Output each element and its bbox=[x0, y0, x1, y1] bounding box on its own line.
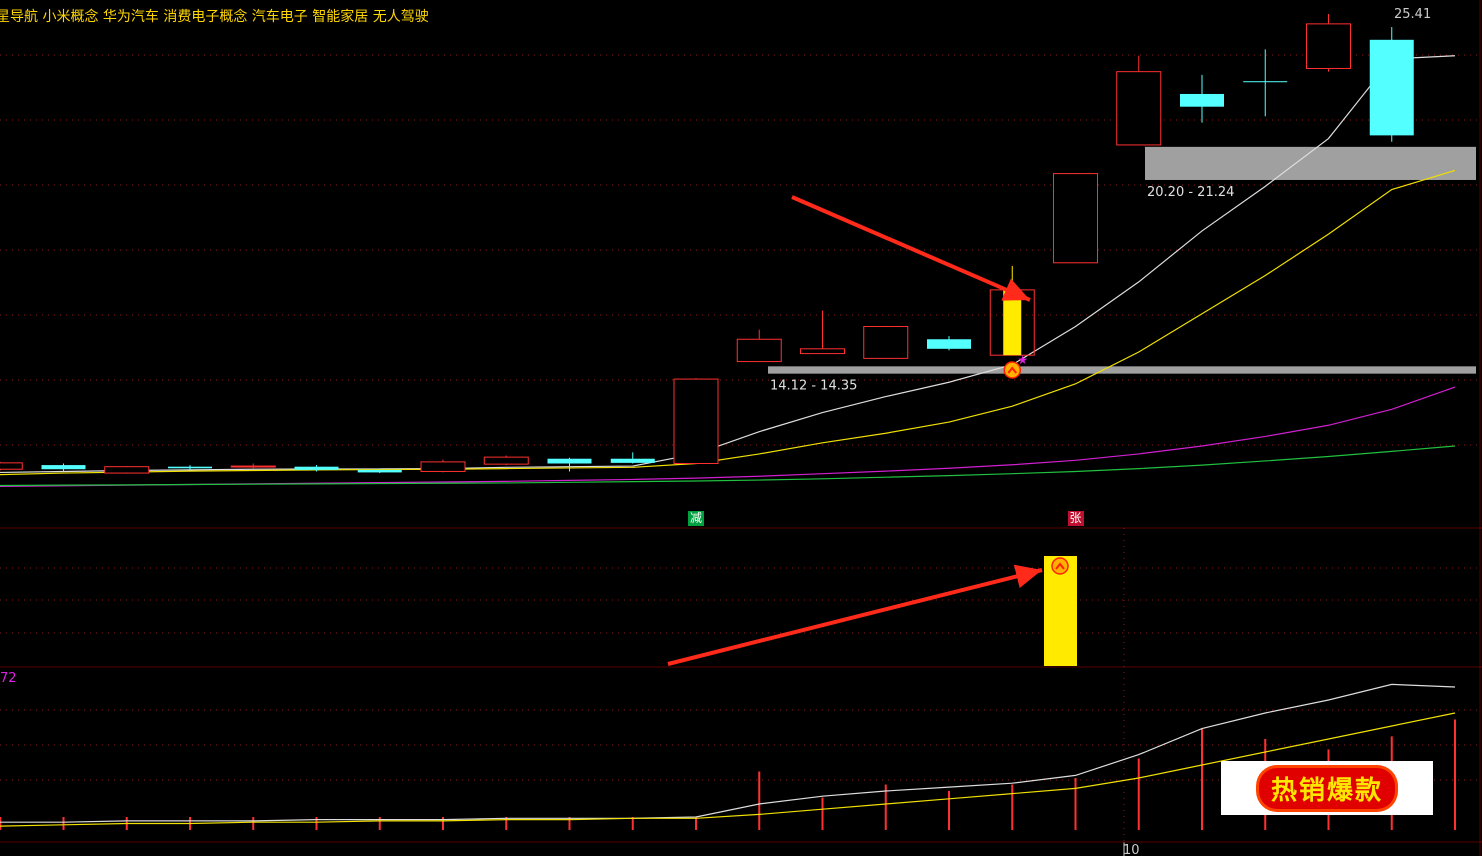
candle-body bbox=[420, 461, 466, 472]
candle-body bbox=[1053, 173, 1098, 264]
stock-chart: 14.12 - 14.35 20.20 - 21.24 ★ 25.41 72 10 bbox=[0, 0, 1482, 856]
signal-bar-icon bbox=[1051, 557, 1069, 575]
hot-sale-stamp: 热销爆款 bbox=[1221, 761, 1433, 815]
candle-body bbox=[483, 456, 529, 465]
signal-badge-rise: 张 bbox=[1067, 511, 1084, 526]
candle-body bbox=[800, 348, 845, 355]
hot-sale-text: 热销爆款 bbox=[1258, 767, 1395, 809]
signal-badge-reduce: 减 bbox=[688, 511, 705, 526]
arrow-shaft bbox=[667, 568, 1043, 666]
candle-body bbox=[41, 465, 86, 470]
candlesticks: ★ bbox=[0, 14, 1414, 474]
price-max-label: 25.41 bbox=[1394, 7, 1431, 22]
candle-body bbox=[230, 465, 276, 468]
candle-body bbox=[1243, 81, 1288, 83]
candle-body bbox=[1180, 93, 1224, 107]
ma-line bbox=[0, 386, 1456, 488]
candle-body bbox=[294, 466, 339, 470]
ma-line bbox=[0, 445, 1456, 487]
star-icon: ★ bbox=[1017, 353, 1028, 367]
candle-body bbox=[357, 469, 402, 473]
candle-body bbox=[104, 466, 150, 474]
candle-body bbox=[610, 458, 655, 463]
candle-body bbox=[0, 462, 23, 470]
ma-line bbox=[0, 55, 1456, 474]
candle-body bbox=[673, 378, 719, 464]
arrow-head bbox=[1013, 564, 1042, 588]
grid-lines bbox=[0, 0, 1482, 856]
candle-body bbox=[1306, 23, 1351, 69]
date-label: 10 bbox=[1123, 843, 1140, 856]
candle-body bbox=[547, 458, 592, 464]
indicator-label: 72 bbox=[0, 671, 17, 686]
candle-body bbox=[927, 339, 971, 349]
ma-line bbox=[0, 169, 1456, 476]
candle-body bbox=[863, 326, 909, 359]
support-zone bbox=[768, 366, 1476, 374]
candle-body bbox=[168, 466, 212, 469]
candle-body bbox=[1116, 71, 1162, 146]
zone-label: 14.12 - 14.35 bbox=[770, 379, 857, 394]
arrow-shaft bbox=[791, 195, 1031, 302]
signal-panel bbox=[1044, 556, 1077, 666]
annotation-arrows bbox=[667, 195, 1043, 666]
concept-tags: 星导航 小米概念 华为汽车 消费电子概念 汽车电子 智能家居 无人驾驶 bbox=[0, 9, 429, 25]
zone-label: 20.20 - 21.24 bbox=[1147, 185, 1234, 200]
candle-body bbox=[1369, 39, 1414, 136]
candle-body bbox=[736, 338, 782, 363]
